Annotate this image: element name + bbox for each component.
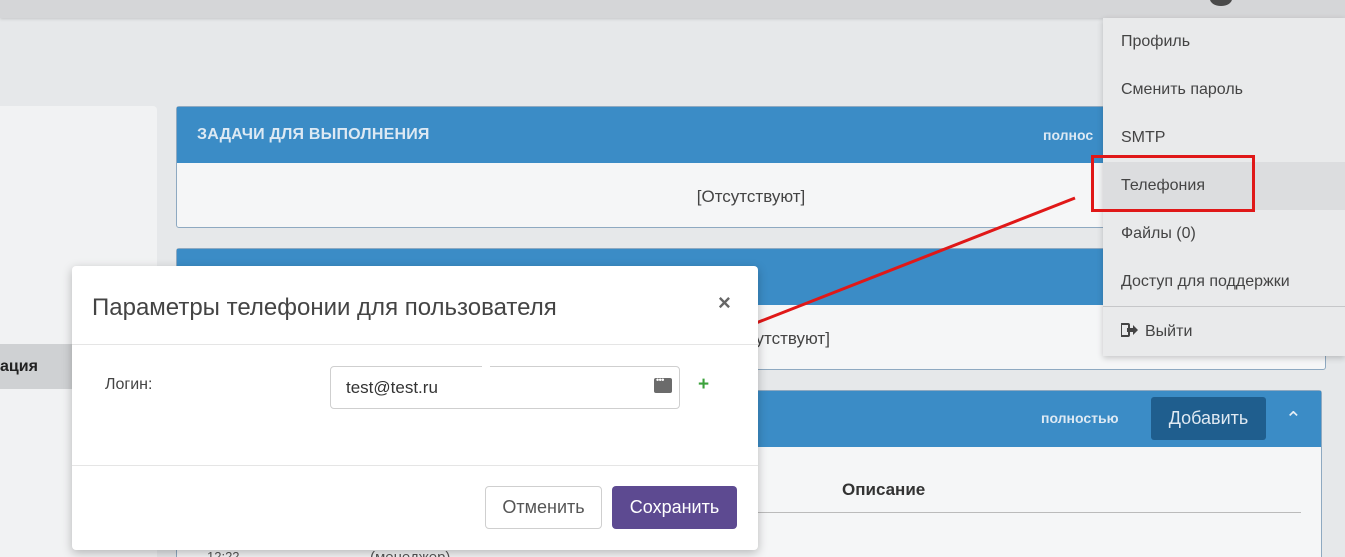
login-label: Логин: — [105, 376, 153, 393]
password-manager-icon[interactable] — [654, 375, 672, 393]
save-button[interactable]: Сохранить — [612, 486, 737, 529]
modal-title: Параметры телефонии для пользователя — [92, 294, 557, 321]
add-login-icon[interactable]: + — [698, 374, 709, 396]
close-icon[interactable]: × — [718, 290, 731, 316]
login-input[interactable]: test@test.ru — [330, 366, 680, 409]
modal-footer-divider — [72, 465, 758, 466]
input-border-gap — [482, 365, 490, 367]
telephony-settings-modal: Параметры телефонии для пользователя × Л… — [72, 266, 758, 550]
cancel-button[interactable]: Отменить — [485, 486, 602, 529]
modal-header-divider — [72, 344, 758, 345]
